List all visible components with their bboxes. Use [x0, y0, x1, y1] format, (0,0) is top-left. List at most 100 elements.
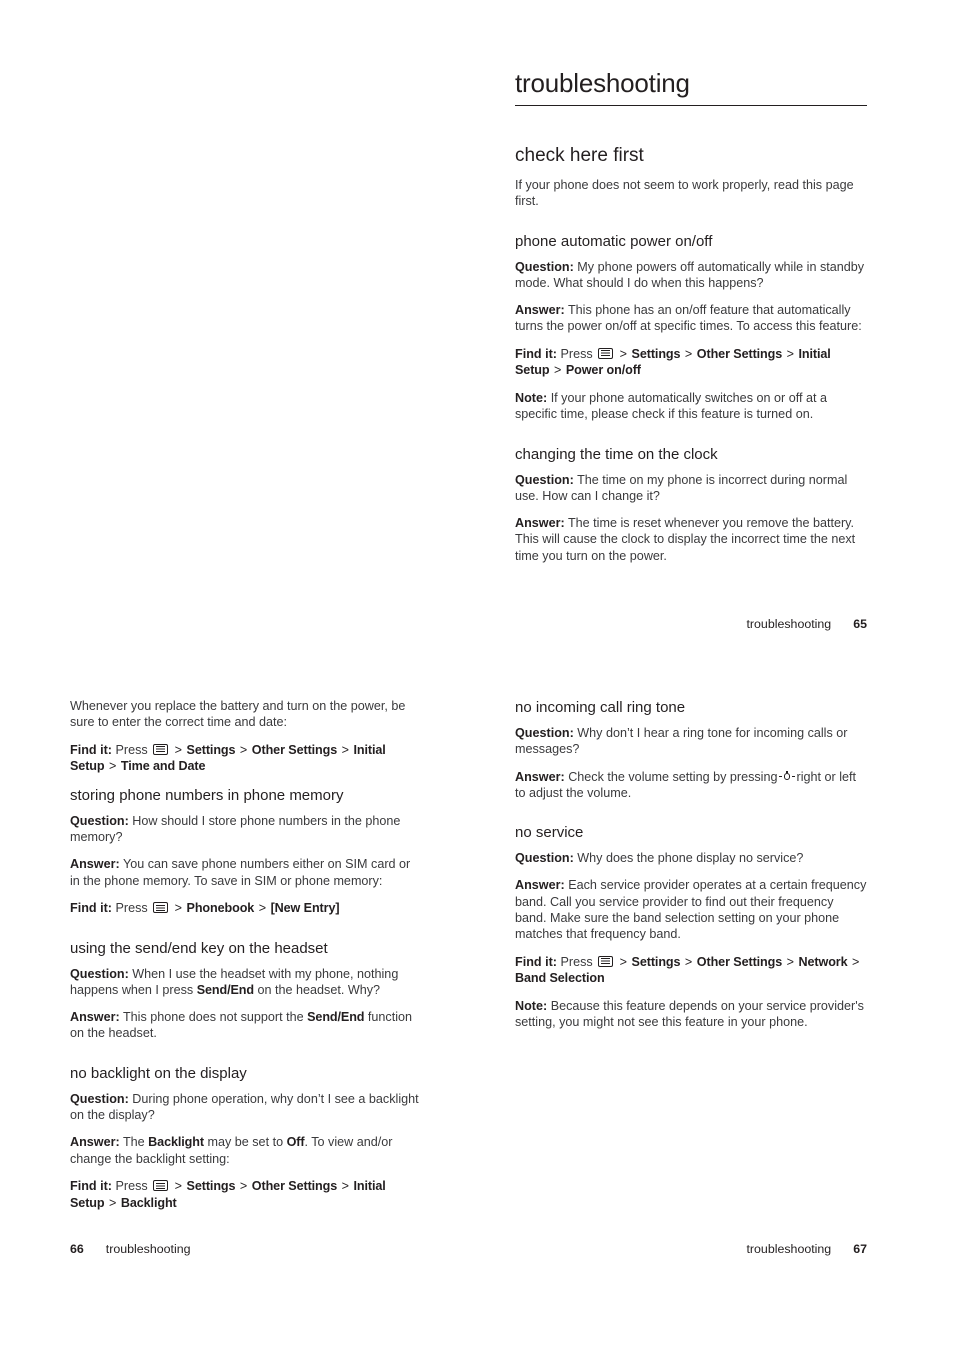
menu-key-icon — [153, 1179, 169, 1191]
question-block: Question: During phone operation, why do… — [70, 1091, 422, 1124]
find-it-block: Find it: Press > Settings > Other Settin… — [515, 346, 867, 379]
answer-block: Answer: This phone does not support the … — [70, 1009, 422, 1042]
menu-path-item: Network — [798, 954, 848, 969]
menu-path-item: Backlight — [120, 1195, 177, 1210]
find-it-block: Find it: Press > Phonebook > [New Entry] — [70, 900, 422, 917]
note-block: Note: Because this feature depends on yo… — [515, 998, 867, 1031]
find-it-block: Find it: Press > Settings > Other Settin… — [70, 742, 422, 775]
path-separator: > — [786, 346, 795, 361]
menu-path-item: Power on/off — [565, 363, 641, 378]
find-it-block: Find it: Press > Settings > Other Settin… — [515, 954, 867, 987]
path-separator: > — [341, 1178, 350, 1193]
press-label: Press — [115, 1178, 148, 1193]
path-separator: > — [239, 742, 248, 757]
answer-text: Each service provider operates at a cert… — [515, 878, 867, 942]
answer-block: Answer: The Backlight may be set to Off.… — [70, 1134, 422, 1167]
page-footer-67: troubleshooting 67 — [515, 1241, 867, 1257]
menu-path-item: Other Settings — [696, 954, 783, 969]
menu-path-item: Other Settings — [251, 1178, 338, 1193]
answer-text-part: This phone does not support the — [122, 1010, 308, 1025]
answer-text-part: The — [122, 1135, 149, 1150]
path-separator: > — [852, 954, 860, 969]
footer-label: troubleshooting — [746, 617, 832, 631]
answer-block: Answer: Each service provider operates a… — [515, 877, 867, 942]
path-separator: > — [174, 1178, 183, 1193]
menu-path-item: Other Settings — [251, 742, 338, 757]
path-separator: > — [174, 900, 183, 915]
subsection-heading-no-ring-tone: no incoming call ring tone — [515, 699, 686, 716]
press-label: Press — [560, 346, 593, 361]
path-separator: > — [619, 346, 628, 361]
question-text: Why does the phone display no service? — [577, 851, 804, 866]
answer-text: The time is reset whenever you remove th… — [515, 516, 856, 563]
press-label: Press — [560, 954, 593, 969]
question-label: Question: — [70, 966, 129, 981]
note-label: Note: — [515, 390, 548, 405]
answer-label: Answer: — [70, 857, 120, 872]
menu-path-item: Settings — [631, 954, 681, 969]
section-heading-check-here-first: check here first — [515, 145, 644, 166]
answer-text-part: Check the volume setting by pressing — [568, 769, 778, 784]
question-block: Question: How should I store phone numbe… — [70, 813, 422, 846]
answer-label: Answer: — [515, 303, 565, 318]
subsection-heading-send-end-key: using the send/end key on the headset — [70, 939, 328, 957]
answer-block: Answer: You can save phone numbers eithe… — [70, 856, 422, 889]
question-label: Question: — [70, 1091, 129, 1106]
emphasis-term: Off — [286, 1135, 305, 1150]
path-separator: > — [619, 954, 628, 969]
subsection-heading-changing-time: changing the time on the clock — [515, 445, 718, 463]
emphasis-term: Send/End — [196, 982, 254, 997]
page-66: Whenever you replace the battery and tur… — [70, 698, 422, 1222]
answer-block: Answer: This phone has an on/off feature… — [515, 302, 867, 335]
menu-key-icon — [598, 955, 614, 967]
footer-page-number: 67 — [853, 1242, 867, 1256]
note-text: If your phone automatically switches on … — [515, 390, 827, 422]
question-label: Question: — [515, 259, 574, 274]
path-separator: > — [553, 363, 562, 378]
find-it-label: Find it: — [70, 900, 112, 915]
answer-label: Answer: — [70, 1135, 120, 1150]
answer-label: Answer: — [70, 1010, 120, 1025]
path-separator: > — [684, 346, 693, 361]
question-block: Question: Why don’t I hear a ring tone f… — [515, 725, 867, 758]
continuation-text: Whenever you replace the battery and tur… — [70, 699, 406, 730]
question-label: Question: — [70, 813, 129, 828]
question-label: Question: — [515, 851, 574, 866]
page-footer-65: troubleshooting 65 — [515, 616, 867, 632]
note-label: Note: — [515, 998, 548, 1013]
path-separator: > — [341, 742, 350, 757]
subsection-heading-storing-phone-numbers: storing phone numbers in phone memory — [70, 786, 344, 804]
menu-path-item: Band Selection — [515, 971, 605, 986]
answer-block: Answer: Check the volume setting by pres… — [515, 769, 867, 802]
menu-path-item: Settings — [631, 346, 681, 361]
note-text: Because this feature depends on your ser… — [515, 998, 864, 1030]
path-separator: > — [258, 900, 267, 915]
page-65: troubleshooting check here first If your… — [515, 68, 867, 564]
footer-page-number: 65 — [853, 617, 867, 631]
answer-label: Answer: — [515, 769, 565, 784]
question-text-part: on the headset. Why? — [254, 982, 381, 997]
subsection-heading-phone-automatic-power: phone automatic power on/off — [515, 232, 713, 250]
emphasis-term: Backlight — [148, 1135, 204, 1150]
question-label: Question: — [515, 472, 574, 487]
find-it-label: Find it: — [515, 954, 557, 969]
check-here-first-intro: If your phone does not seem to work prop… — [515, 178, 854, 209]
find-it-block: Find it: Press > Settings > Other Settin… — [70, 1178, 422, 1211]
path-separator: > — [684, 954, 693, 969]
question-block: Question: Why does the phone display no … — [515, 850, 867, 866]
menu-key-icon — [153, 901, 169, 913]
emphasis-term: Send/End — [307, 1010, 365, 1025]
footer-label: troubleshooting — [746, 1242, 832, 1256]
menu-path-item: Settings — [186, 1178, 236, 1193]
path-separator: > — [239, 1178, 248, 1193]
question-label: Question: — [515, 726, 574, 740]
question-block: Question: When I use the headset with my… — [70, 966, 422, 999]
navigation-key-icon — [779, 770, 796, 783]
page-67: no incoming call ring tone Question: Why… — [515, 698, 867, 1030]
note-block: Note: If your phone automatically switch… — [515, 390, 867, 423]
question-block: Question: My phone powers off automatica… — [515, 259, 867, 292]
menu-key-icon — [153, 743, 169, 755]
path-separator: > — [786, 954, 795, 969]
find-it-label: Find it: — [70, 1178, 112, 1193]
menu-path-item: Time and Date — [120, 759, 206, 774]
